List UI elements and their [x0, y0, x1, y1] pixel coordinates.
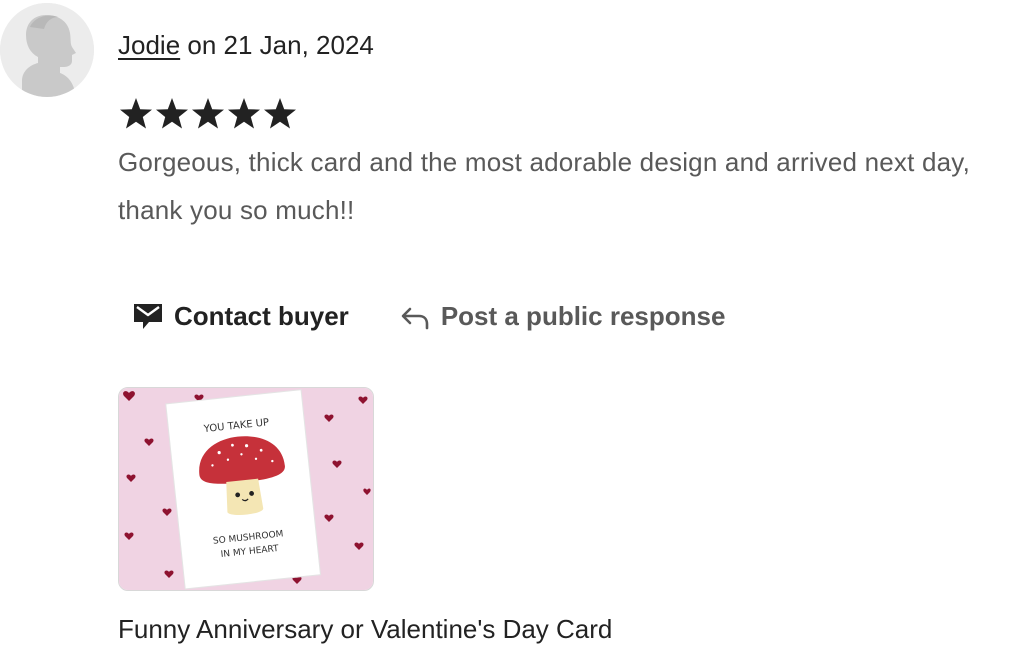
post-public-response-label: Post a public response — [440, 300, 726, 331]
star-icon — [192, 98, 224, 129]
product-thumbnail[interactable]: YOU TAKE UP SO MUSHROOM IN MY HEART — [118, 387, 374, 591]
contact-buyer-button[interactable]: Contact buyer — [132, 301, 349, 332]
star-rating — [118, 94, 298, 134]
post-public-response-button[interactable]: Post a public response — [399, 300, 726, 332]
review-item: Jodie on 21 Jan, 2024 Gorgeous, thick ca… — [0, 0, 1034, 654]
default-user-icon — [0, 3, 94, 97]
star-icon — [156, 98, 188, 129]
star-icon — [120, 98, 152, 129]
product-title-link[interactable]: Funny Anniversary or Valentine's Day Car… — [118, 612, 612, 646]
review-actions: Contact buyer Post a public response — [118, 292, 725, 340]
reply-arrow-icon — [399, 302, 431, 330]
star-icon — [264, 98, 296, 129]
review-date: on 21 Jan, 2024 — [187, 30, 374, 60]
product-image: YOU TAKE UP SO MUSHROOM IN MY HEART — [119, 388, 373, 590]
review-header: Jodie on 21 Jan, 2024 — [118, 28, 374, 62]
review-text: Gorgeous, thick card and the most adorab… — [118, 147, 970, 225]
envelope-icon — [132, 301, 164, 331]
avatar[interactable] — [0, 3, 94, 97]
star-icon — [228, 98, 260, 129]
contact-buyer-label: Contact buyer — [174, 300, 349, 331]
reviewer-name-link[interactable]: Jodie — [118, 30, 180, 60]
